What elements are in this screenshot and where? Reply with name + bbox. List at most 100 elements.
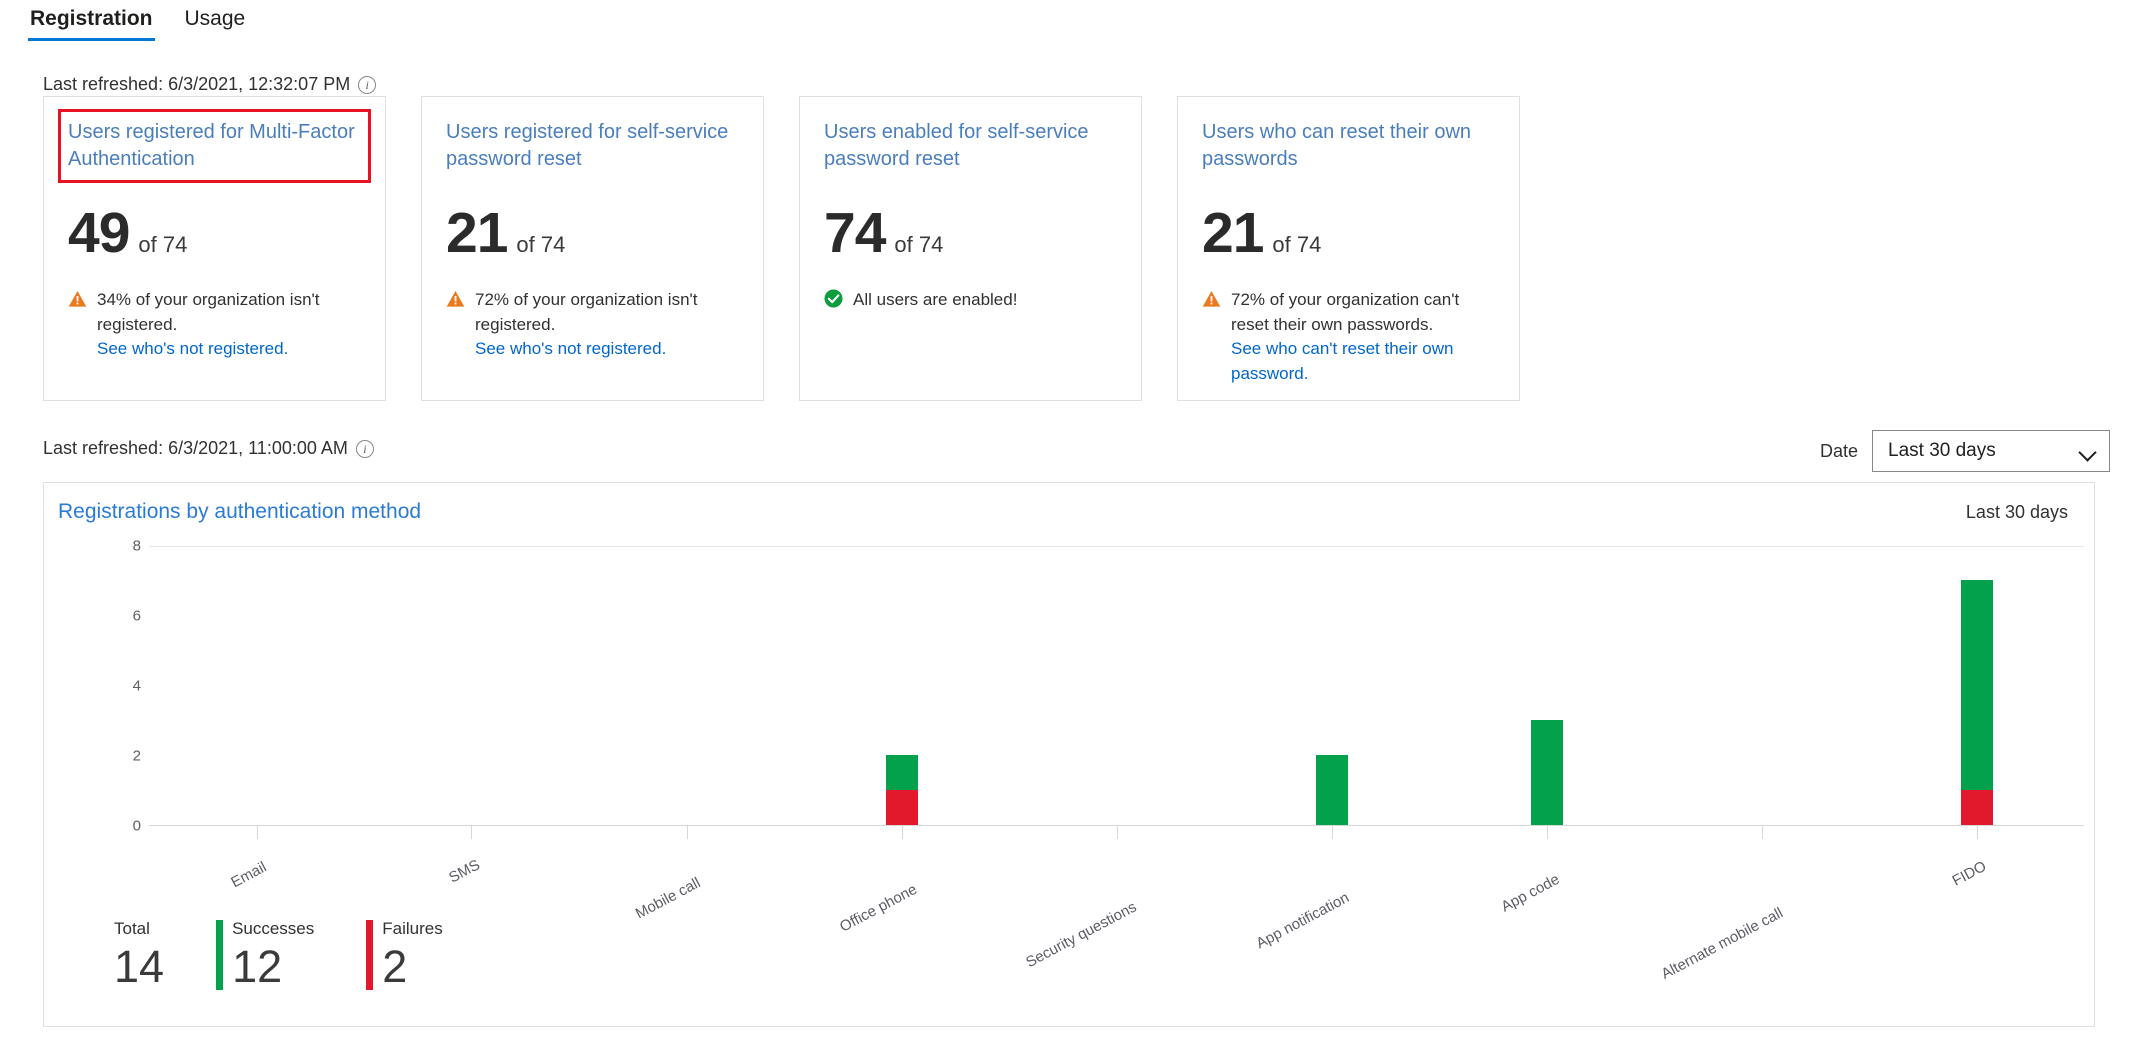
chart-bar-segment-successes[interactable] [1315,755,1348,825]
card-title[interactable]: Users who can reset their own passwords [1202,119,1495,173]
card-note: 72% of your organization isn't registere… [446,288,739,362]
chart-top-rule [149,546,2084,547]
chart-x-label: Security questions [1022,898,1139,972]
card-link[interactable]: See who's not registered. [97,337,361,362]
card-note-text: 72% of your organization can't reset the… [1231,290,1460,334]
date-filter-label: Date [1819,440,1858,461]
chart-x-tick [256,825,258,839]
card-total: of 74 [516,232,566,257]
registrations-chart-panel: Registrations by authentication method L… [43,482,2095,1027]
card-link[interactable]: See who can't reset their own password. [1231,337,1495,386]
chart-y-tick: 2 [132,747,141,765]
card-total: of 74 [1272,232,1322,257]
success-check-icon [824,289,843,316]
success-legend-swatch [216,920,224,990]
chart-x-label: Alternate mobile call [1658,904,1786,983]
card-note-text: 72% of your organization isn't registere… [475,290,698,334]
summary-label: Failures [382,919,443,939]
chart-bar-segment-successes[interactable] [1530,720,1563,825]
summary-failures: Failures 2 [366,919,443,990]
card-metric: 21 of 74 [1202,205,1495,262]
card-total: of 74 [138,232,188,257]
card-title[interactable]: Users registered for self-service passwo… [446,119,739,173]
failure-legend-swatch [366,920,374,990]
card-total: of 74 [894,232,944,257]
tab-usage-label: Usage [184,7,246,30]
chart-x-tick [901,825,903,839]
chart-x-label: App notification [1252,889,1352,953]
tab-bar: Registration Usage [0,0,2137,50]
tab-registration[interactable]: Registration [14,0,169,41]
info-icon[interactable]: i [355,439,374,458]
chart-x-tick [1761,825,1763,839]
card-title[interactable]: Users registered for Multi-Factor Authen… [58,109,371,183]
chart-x-label: SMS [446,856,484,887]
card-note-body: All users are enabled! [853,288,1017,313]
card-value: 49 [68,201,130,265]
chart-x-label: Office phone [836,880,920,936]
chart-y-axis: 0 2 4 6 8 [44,538,149,835]
chart-bar[interactable] [1315,755,1348,825]
card-metric: 21 of 74 [446,205,739,262]
card-metric: 49 of 74 [68,205,361,262]
chart-x-tick [1116,825,1118,839]
card-link[interactable]: See who's not registered. [475,337,739,362]
card-note-body: 34% of your organization isn't registere… [97,288,361,362]
warning-icon [1202,290,1221,316]
date-range-select[interactable]: Last 30 days [1872,430,2110,472]
card-title[interactable]: Users enabled for self-service password … [824,119,1117,173]
card-users-registered-sspr: Users registered for self-service passwo… [421,96,764,401]
chart-x-label: Mobile call [632,874,703,923]
last-refreshed-chart-text: Last refreshed: 6/3/2021, 11:00:00 AM [43,438,348,458]
card-users-enabled-sspr: Users enabled for self-service password … [799,96,1142,401]
warning-icon [68,290,87,316]
chart-summary: Total 14 Successes 12 Failures 2 [114,919,443,992]
summary-value: 12 [232,940,283,992]
summary-label: Successes [232,919,315,939]
chart-bar-segment-failures[interactable] [885,790,918,825]
card-value: 21 [446,201,508,265]
chart-x-label: FIDO [1949,857,1989,890]
chart-y-tick: 8 [132,537,141,555]
card-note-text: 34% of your organization isn't registere… [97,290,320,334]
chart-bar[interactable] [885,755,918,825]
card-users-can-reset-password: Users who can reset their own passwords … [1177,96,1520,401]
card-note: All users are enabled! [824,288,1117,316]
chart-x-label: Email [227,858,269,892]
chart-bar[interactable] [1530,720,1563,825]
card-note-body: 72% of your organization can't reset the… [1231,288,1495,387]
info-icon[interactable]: i [358,75,377,94]
chart-y-tick: 4 [132,677,141,695]
warning-icon [446,290,465,316]
card-value: 74 [824,201,886,265]
card-note-text: All users are enabled! [853,290,1018,309]
last-refreshed-top: Last refreshed: 6/3/2021, 12:32:07 PM i [43,74,377,95]
chart-x-tick [1546,825,1548,839]
chart-x-tick [686,825,688,839]
chart-plot-area: Email SMS Mobile call Office phone Security … [149,546,2084,983]
chart-x-label: App code [1497,870,1562,916]
chart-x-tick [471,825,473,839]
summary-value: 14 [114,940,165,992]
card-note-body: 72% of your organization isn't registere… [475,288,739,362]
chart-bar[interactable] [1960,580,1993,825]
tab-usage[interactable]: Usage [169,0,262,41]
card-value: 21 [1202,201,1264,265]
chart-y-tick: 6 [132,607,141,625]
summary-total: Total 14 [114,919,165,992]
last-refreshed-chart: Last refreshed: 6/3/2021, 11:00:00 AM i [43,438,374,459]
summary-successes: Successes 12 [216,919,315,992]
chart-range-label: Last 30 days [1965,501,2068,522]
chart-x-tick [1331,825,1333,839]
chart-header: Registrations by authentication method L… [44,483,2094,524]
card-note: 34% of your organization isn't registere… [68,288,361,362]
chart-title[interactable]: Registrations by authentication method [58,500,421,524]
card-users-registered-mfa: Users registered for Multi-Factor Authen… [43,96,386,401]
chart-bar-segment-successes[interactable] [885,755,918,790]
chart-x-tick [1976,825,1978,839]
tab-registration-label: Registration [30,7,153,30]
chart-bar-segment-successes[interactable] [1960,580,1993,790]
summary-label: Total [114,919,150,939]
date-range-value: Last 30 days [1888,440,1996,461]
chart-bar-segment-failures[interactable] [1960,790,1993,825]
